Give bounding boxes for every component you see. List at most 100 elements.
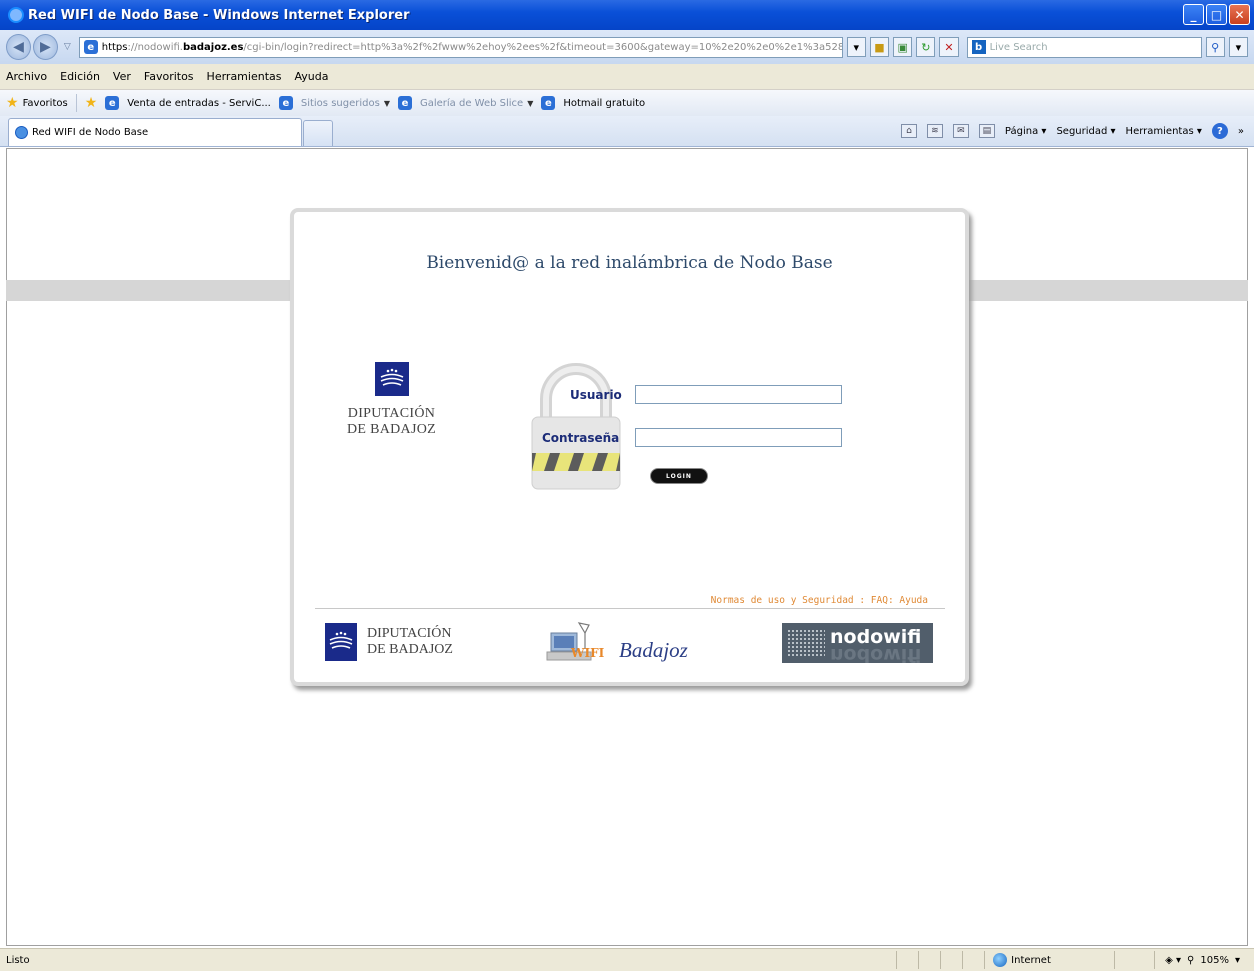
password-input[interactable] [635,428,842,447]
login-button[interactable]: LOGIN [650,468,708,484]
footer-diputacion-logo: DIPUTACIÓN DE BADAJOZ [325,623,453,661]
address-dropdown-button[interactable]: ▾ [846,37,866,57]
security-lock-button[interactable]: ■ [869,37,890,57]
stop-icon: ✕ [944,40,954,54]
menu-favoritos[interactable]: Favoritos [144,70,194,83]
fav-link-label: Venta de entradas - ServiC... [127,97,271,109]
window-title-bar[interactable]: Red WIFI de Nodo Base - Windows Internet… [0,0,1254,30]
menu-archivo[interactable]: Archivo [6,70,47,83]
address-input[interactable]: e https://nodowifi. badajoz.es/cgi-bin/lo… [78,36,843,58]
security-zone[interactable]: Internet [984,951,1114,969]
ie-page-icon: e [541,96,556,110]
zoom-magnifier-icon: ⚲ [1187,954,1195,966]
menu-ver[interactable]: Ver [113,70,131,83]
status-text: Listo [6,954,30,966]
minimize-button[interactable]: _ [1183,4,1204,25]
search-input[interactable]: b Live Search [966,36,1202,58]
close-button[interactable]: ✕ [1229,4,1250,25]
stop-button[interactable]: ✕ [939,37,959,57]
padlock-icon [531,363,621,490]
search-button[interactable]: ⚲ [1205,37,1225,57]
status-cell [1114,951,1154,969]
zone-label: Internet [1011,954,1051,966]
fav-link-label: Galería de Web Slice [419,97,524,109]
ie-page-icon: e [105,96,120,110]
footer-diputacion-text: DIPUTACIÓN DE BADAJOZ [367,626,453,658]
chevron-down-icon: ▾ [1235,40,1242,54]
url-host-prefix: nodowifi. [137,41,183,53]
status-cell [896,951,918,969]
favorites-bar: ★ Favoritos ★ e Venta de entradas - Serv… [0,90,1254,116]
usuario-input[interactable] [635,385,842,404]
diputacion-emblem-icon [325,623,357,661]
footer-divider [315,608,945,609]
fav-link-label: Hotmail gratuito [563,97,646,109]
tab-red-wifi[interactable]: Red WIFI de Nodo Base [8,118,302,146]
wifi-word: WIFI [571,646,605,660]
diputacion-text: DIPUTACIÓN DE BADAJOZ [339,406,444,438]
ie-tab-icon [15,126,28,139]
print-icon[interactable]: ▤ [978,124,995,138]
diputacion-logo: DIPUTACIÓN DE BADAJOZ [339,362,444,438]
favorites-label: Favoritos [22,97,68,109]
wifi-badajoz-logo: WIFI Badajoz [545,619,705,665]
chevron-down-icon: ▾ [1234,954,1240,966]
feeds-icon[interactable]: ≋ [926,124,943,138]
command-bar: ⌂ ≋ ✉ ▤ Página ▾ Seguridad ▾ Herramienta… [900,116,1244,146]
ie-app-icon [8,7,24,23]
nodowifi-reflection: nodowifi [830,644,922,663]
protected-mode-icon[interactable]: ◈ ▾ [1165,955,1181,966]
status-cell [918,951,940,969]
fav-link-venta-entradas[interactable]: e Venta de entradas - ServiC... [105,96,271,110]
forward-button[interactable]: ▶ [32,34,58,60]
cmd-label: Herramientas [1125,125,1194,137]
zoom-control[interactable]: ◈ ▾ ⚲ 105% ▾ [1154,951,1254,969]
url-path: /cgi-bin/login?redirect=http%3a%2f%2fwww… [243,41,843,53]
login-panel: Bienvenid@ a la red inalámbrica de Nodo … [290,208,969,686]
mail-icon[interactable]: ✉ [952,124,969,138]
live-search-icon: b [971,40,986,54]
menu-ayuda[interactable]: Ayuda [294,70,328,83]
back-button[interactable]: ◀ [6,34,31,60]
favorites-button[interactable]: ★ Favoritos [6,95,68,111]
fav-link-sitios-sugeridos[interactable]: e Sitios sugeridos ▼ [278,96,390,110]
refresh-button[interactable]: ↻ [916,37,936,57]
logo-line2: DE BADAJOZ [347,422,436,437]
refresh-icon: ↻ [921,40,931,54]
footer-links[interactable]: Normas de uso y Seguridad : FAQ: Ayuda [711,595,928,606]
footer-logo-line1: DIPUTACIÓN [367,626,452,641]
cmd-seguridad[interactable]: Seguridad ▾ [1056,126,1115,137]
status-bar: Listo Internet ◈ ▾ ⚲ 105% ▾ [0,948,1254,971]
tab-bar: Red WIFI de Nodo Base ⌂ ≋ ✉ ▤ Página ▾ S… [0,116,1254,147]
dot-grid-icon [787,629,825,657]
contrasena-label: Contraseña [542,431,620,445]
fav-link-label: Sitios sugeridos [300,97,380,109]
new-tab-button[interactable] [303,120,333,146]
lock-icon: ■ [874,40,885,54]
cmd-label: Seguridad [1056,125,1108,137]
zoom-level: 105% [1200,954,1229,966]
cmd-herramientas[interactable]: Herramientas ▾ [1126,126,1202,137]
search-options-button[interactable]: ▾ [1228,37,1248,57]
compat-icon: ▣ [897,40,908,54]
help-icon[interactable]: ? [1211,123,1228,139]
welcome-heading: Bienvenid@ a la red inalámbrica de Nodo … [426,253,833,273]
menu-edicion[interactable]: Edición [60,70,100,83]
ie-page-icon: e [278,96,293,110]
maximize-button[interactable]: □ [1206,4,1227,25]
fav-link-galeria-web-slice[interactable]: e Galería de Web Slice ▼ [397,96,533,110]
add-favorite-icon[interactable]: ★ [85,95,98,111]
compatibility-view-button[interactable]: ▣ [893,37,913,57]
chevron-down-icon: ▼ [383,98,390,108]
home-icon[interactable]: ⌂ [900,124,917,138]
url-domain: badajoz.es [182,41,244,53]
ie-page-icon: e [397,96,412,110]
chevron-right-double-icon[interactable]: » [1238,126,1244,137]
status-cell [962,951,984,969]
history-dropdown-icon[interactable]: ▽ [64,42,71,52]
menu-herramientas[interactable]: Herramientas [207,70,282,83]
fav-link-hotmail[interactable]: e Hotmail gratuito [541,96,645,110]
cmd-pagina[interactable]: Página ▾ [1005,126,1047,137]
cmd-label: Página [1004,125,1039,137]
forward-arrow-icon: ▶ [39,39,51,55]
